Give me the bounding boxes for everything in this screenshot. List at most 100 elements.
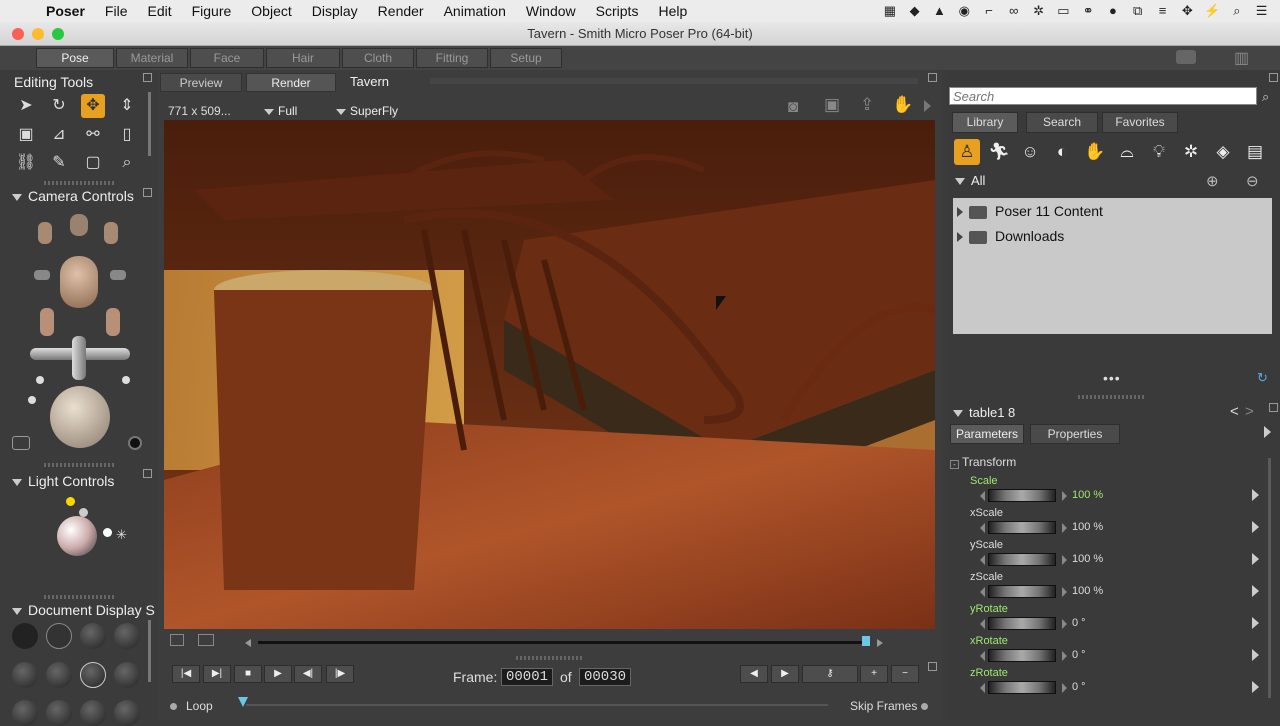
library-filter-all[interactable]: All bbox=[955, 173, 985, 188]
scale-tool-icon[interactable]: ▣ bbox=[14, 123, 38, 147]
minimize-window-button[interactable] bbox=[32, 28, 44, 40]
room-tab-pose[interactable]: Pose bbox=[36, 48, 114, 68]
face-camera-icon[interactable] bbox=[70, 214, 88, 236]
trackball-node-icon[interactable] bbox=[122, 376, 130, 384]
chain-break-tool-icon[interactable]: ⚯ bbox=[81, 123, 105, 147]
next-keyframe-button[interactable]: ▶ bbox=[771, 665, 799, 683]
increment-arrow-icon[interactable] bbox=[1062, 683, 1067, 693]
timeline-track[interactable] bbox=[246, 704, 828, 706]
grouping-tool-icon[interactable]: ⛓ bbox=[14, 151, 38, 175]
right-hand-camera-icon[interactable] bbox=[104, 222, 118, 244]
panel-divider[interactable] bbox=[516, 656, 582, 660]
resolution-dropdown[interactable]: Full bbox=[264, 104, 297, 118]
lights-category-icon[interactable]: 💡︎ bbox=[1146, 139, 1172, 165]
panel-divider[interactable] bbox=[44, 463, 114, 467]
param-dial[interactable] bbox=[988, 553, 1056, 566]
param-dial[interactable] bbox=[988, 617, 1056, 630]
cartoon-lined-style-icon[interactable] bbox=[114, 700, 140, 726]
more-options-icon[interactable]: ••• bbox=[1103, 370, 1121, 386]
param-dial[interactable] bbox=[988, 585, 1056, 598]
param-menu-arrow-icon[interactable] bbox=[1252, 681, 1259, 693]
properties-object-header[interactable]: table1 8 bbox=[953, 405, 1015, 420]
materials-category-icon[interactable]: ◈ bbox=[1210, 139, 1236, 165]
next-frame-button[interactable]: |▶ bbox=[326, 665, 354, 683]
decrement-arrow-icon[interactable] bbox=[980, 651, 985, 661]
param-value[interactable]: 0 ° bbox=[1072, 649, 1086, 661]
render-viewport[interactable] bbox=[164, 120, 935, 629]
drive-icon[interactable]: ▲ bbox=[929, 3, 949, 19]
zoom-window-button[interactable] bbox=[52, 28, 64, 40]
scrub-left-icon[interactable] bbox=[245, 639, 251, 647]
lit-wireframe-style-icon[interactable] bbox=[12, 662, 38, 688]
param-dial[interactable] bbox=[988, 681, 1056, 694]
decrement-arrow-icon[interactable] bbox=[980, 587, 985, 597]
menu-edit[interactable]: Edit bbox=[137, 0, 181, 22]
total-frames-field[interactable]: 00030 bbox=[579, 668, 631, 686]
chart-icon[interactable]: ▭ bbox=[1053, 3, 1073, 19]
texture-shaded-style-icon[interactable] bbox=[46, 700, 72, 726]
room-tab-fitting[interactable]: Fitting bbox=[416, 48, 488, 68]
increment-arrow-icon[interactable] bbox=[1062, 491, 1067, 501]
trackball-node-icon[interactable] bbox=[28, 396, 36, 404]
collapse-group-icon[interactable]: - bbox=[950, 460, 959, 469]
taper-tool-icon[interactable]: ⊿ bbox=[47, 123, 71, 147]
previous-frame-button[interactable]: ◀| bbox=[294, 665, 322, 683]
go-to-start-button[interactable]: |◀ bbox=[172, 665, 200, 683]
left-hand-camera-icon[interactable] bbox=[38, 222, 52, 244]
direct-manipulation-tool-icon[interactable]: ⌕ bbox=[115, 151, 139, 175]
camera-snapshot-icon[interactable] bbox=[12, 436, 30, 450]
scrub-handle[interactable] bbox=[862, 636, 870, 646]
flat-shaded-style-icon[interactable] bbox=[46, 662, 72, 688]
param-menu-arrow-icon[interactable] bbox=[1252, 521, 1259, 533]
menu-animation[interactable]: Animation bbox=[434, 0, 516, 22]
move-left-icon[interactable] bbox=[34, 270, 50, 280]
menu-scripts[interactable]: Scripts bbox=[586, 0, 649, 22]
library-books-icon[interactable]: ▥ bbox=[1234, 48, 1249, 68]
room-tab-cloth[interactable]: Cloth bbox=[342, 48, 414, 68]
view-magnifier-tool-icon[interactable]: ✎ bbox=[47, 151, 71, 175]
scrollbar[interactable] bbox=[148, 620, 151, 682]
expressions-category-icon[interactable]: ☺ bbox=[1017, 139, 1043, 165]
panel-divider[interactable] bbox=[44, 595, 114, 599]
lightning-circle-icon[interactable]: ● bbox=[1103, 3, 1123, 19]
previous-keyframe-button[interactable]: ◀ bbox=[740, 665, 768, 683]
increment-arrow-icon[interactable] bbox=[1062, 651, 1067, 661]
param-menu-arrow-icon[interactable] bbox=[1252, 553, 1259, 565]
decrement-arrow-icon[interactable] bbox=[980, 523, 985, 533]
param-dial[interactable] bbox=[988, 521, 1056, 534]
remove-from-library-icon[interactable]: ⊖ bbox=[1246, 172, 1259, 190]
document-display-header[interactable]: Document Display S bbox=[12, 602, 155, 618]
smooth-lined-style-icon[interactable] bbox=[80, 700, 106, 726]
sync-icon[interactable]: ◉ bbox=[954, 3, 974, 19]
search-icon[interactable]: ⌕ bbox=[1227, 3, 1247, 19]
expand-triangle-icon[interactable] bbox=[957, 207, 963, 218]
expand-arrow-icon[interactable] bbox=[1264, 426, 1271, 438]
remove-keyframe-button[interactable]: − bbox=[891, 665, 919, 683]
scrub-right-icon[interactable] bbox=[877, 639, 883, 647]
sun-icon[interactable]: ✳ bbox=[116, 527, 127, 543]
increment-arrow-icon[interactable] bbox=[1062, 523, 1067, 533]
current-frame-field[interactable]: 00001 bbox=[501, 668, 553, 686]
edit-keyframes-button[interactable]: ⚷ bbox=[802, 665, 858, 683]
list-icon[interactable]: ≡ bbox=[1152, 3, 1172, 19]
scenes-category-icon[interactable]: ▤ bbox=[1242, 139, 1268, 165]
move-vertical-tool-icon[interactable]: ⇕ bbox=[115, 94, 139, 118]
camera-pointer-icon[interactable] bbox=[128, 436, 142, 450]
list-item[interactable]: Downloads bbox=[957, 224, 1064, 248]
light-sphere[interactable] bbox=[57, 516, 97, 556]
skip-frames-toggle[interactable] bbox=[921, 703, 928, 710]
menu-help[interactable]: Help bbox=[648, 0, 697, 22]
panel-menu-icon[interactable] bbox=[928, 662, 937, 671]
param-menu-arrow-icon[interactable] bbox=[1252, 489, 1259, 501]
tab-favorites[interactable]: Favorites bbox=[1102, 112, 1178, 133]
expand-triangle-icon[interactable] bbox=[957, 232, 963, 243]
cartoon-style-icon[interactable] bbox=[114, 662, 140, 688]
menu-figure[interactable]: Figure bbox=[182, 0, 242, 22]
more-options-arrow-icon[interactable] bbox=[924, 100, 931, 112]
room-tab-face[interactable]: Face bbox=[190, 48, 264, 68]
menu-render[interactable]: Render bbox=[368, 0, 434, 22]
menu-file[interactable]: File bbox=[95, 0, 138, 22]
window-icon[interactable]: ⧉ bbox=[1128, 3, 1148, 19]
close-window-button[interactable] bbox=[12, 28, 24, 40]
step-back-button[interactable]: ▶| bbox=[203, 665, 231, 683]
